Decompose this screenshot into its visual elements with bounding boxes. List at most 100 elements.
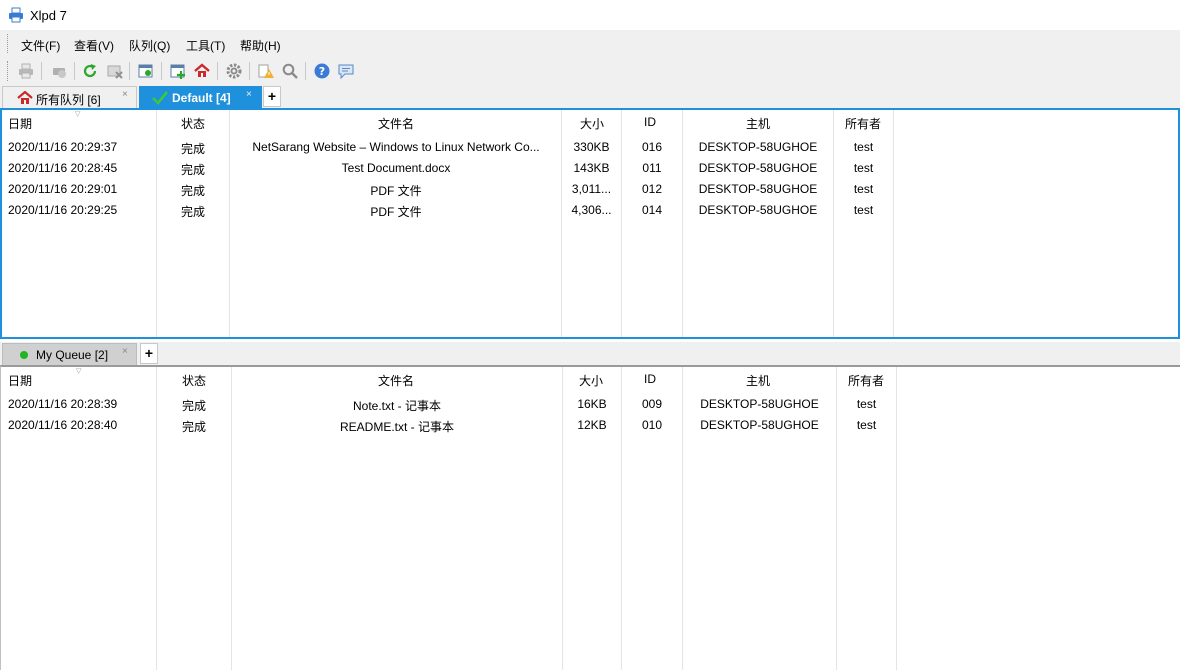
menu-help[interactable]: 帮助(H): [240, 37, 281, 54]
print-icon[interactable]: [17, 62, 35, 80]
cell-size: 330KB: [573, 140, 610, 154]
tab-default[interactable]: Default [4] ×: [139, 86, 262, 108]
queue-settings-icon[interactable]: [137, 62, 155, 80]
column-header-host[interactable]: 主机: [746, 372, 770, 389]
column-header-id[interactable]: ID: [644, 115, 656, 129]
tab-all-queues[interactable]: 所有队列 [6] ×: [2, 86, 137, 108]
cell-owner: test: [853, 161, 874, 175]
column-header-owner[interactable]: 所有者: [845, 115, 881, 132]
printer-app-icon: [9, 7, 23, 23]
column-header-id[interactable]: ID: [644, 372, 656, 386]
cell-size: 16KB: [577, 397, 607, 411]
tab-close-icon[interactable]: ×: [246, 89, 252, 100]
refresh-icon[interactable]: [81, 62, 99, 80]
toolbar-separator: [41, 62, 42, 80]
sort-indicator-icon: ▽: [76, 368, 82, 375]
cell-filename: PDF 文件: [370, 184, 422, 198]
cell-host: DESKTOP-58UGHOE: [698, 140, 818, 154]
alert-icon[interactable]: [257, 62, 275, 80]
toolbar-separator: [129, 62, 130, 80]
print-disabled-icon[interactable]: [50, 62, 68, 80]
tab-close-icon[interactable]: ×: [122, 89, 128, 100]
table-row[interactable]: 2020/11/16 20:28:39 完成 Note.txt - 记事本 16KB 0…: [1, 394, 1180, 415]
home-icon: [17, 91, 33, 104]
tab-close-icon[interactable]: ×: [122, 346, 128, 357]
add-tab-button[interactable]: +: [263, 86, 281, 107]
menu-bar: 文件(F) 查看(V) 队列(Q) 工具(T) 帮助(H): [0, 30, 1180, 57]
column-header-size[interactable]: 大小: [580, 115, 604, 132]
title-bar: Xlpd 7: [0, 0, 1180, 30]
toolbar-separator: [217, 62, 218, 80]
column-header-host[interactable]: 主机: [746, 115, 770, 132]
cell-id: 012: [641, 182, 663, 196]
column-header-filename[interactable]: 文件名: [378, 115, 414, 132]
column-header-date[interactable]: 日期: [8, 372, 32, 389]
cell-filename: PDF 文件: [370, 205, 422, 219]
cell-host: DESKTOP-58UGHOE: [698, 161, 818, 175]
cell-filename: README.txt - 记事本: [339, 420, 454, 434]
table-row[interactable]: 2020/11/16 20:29:01 完成 PDF 文件 3,011... 012 DE…: [2, 179, 1178, 200]
help-icon[interactable]: ?: [313, 62, 331, 80]
cell-id: 009: [641, 397, 663, 411]
menubar-grip: [7, 34, 10, 53]
gear-icon[interactable]: [225, 62, 243, 80]
bottom-tab-strip: My Queue [2] × +: [0, 342, 1180, 365]
menu-file[interactable]: 文件(F): [21, 37, 60, 54]
column-header-owner[interactable]: 所有者: [848, 372, 884, 389]
cell-date: 2020/11/16 20:28:39: [8, 397, 118, 411]
cell-filename: Test Document.docx: [341, 161, 451, 175]
cell-status: 完成: [181, 420, 206, 434]
cell-id: 016: [641, 140, 663, 154]
cell-status: 完成: [180, 142, 205, 156]
column-header-size[interactable]: 大小: [579, 372, 603, 389]
cell-filename: NetSarang Website – Windows to Linux Net…: [252, 140, 540, 154]
column-header-filename[interactable]: 文件名: [378, 372, 414, 389]
column-header-status[interactable]: 状态: [181, 115, 205, 132]
cell-owner: test: [853, 182, 874, 196]
toolbar-separator: [249, 62, 250, 80]
queue-status-dot-icon: [20, 351, 28, 359]
table-row[interactable]: 2020/11/16 20:28:40 完成 README.txt - 记事本 12K…: [1, 415, 1180, 436]
cell-date: 2020/11/16 20:29:25: [8, 203, 118, 217]
cell-date: 2020/11/16 20:28:45: [8, 161, 118, 175]
menu-queue[interactable]: 队列(Q): [129, 37, 170, 54]
menu-tools[interactable]: 工具(T): [186, 37, 225, 54]
table-row[interactable]: 2020/11/16 20:28:45 完成 Test Document.docx 1…: [2, 158, 1178, 179]
tab-all-queues-label: 所有队列 [6]: [36, 93, 101, 107]
toolbar-separator: [305, 62, 306, 80]
add-queue-icon[interactable]: [169, 62, 187, 80]
tab-my-queue-label: My Queue [2]: [36, 348, 109, 362]
cell-size: 143KB: [573, 161, 610, 175]
cell-owner: test: [856, 397, 877, 411]
cell-status: 完成: [181, 399, 206, 413]
cell-status: 完成: [180, 205, 205, 219]
cell-date: 2020/11/16 20:28:40: [8, 418, 118, 432]
my-queue-list: ▽ 日期 状态 文件名 大小 ID 主机 所有者 2020/11/16 20:2…: [0, 365, 1180, 670]
home-queue-icon[interactable]: [193, 62, 211, 80]
toolbar: ?: [0, 57, 1180, 85]
svg-text:?: ?: [319, 65, 325, 78]
cell-host: DESKTOP-58UGHOE: [698, 203, 818, 217]
cell-owner: test: [853, 203, 874, 217]
column-header-date[interactable]: 日期: [8, 115, 32, 132]
cell-host: DESKTOP-58UGHOE: [700, 397, 819, 411]
column-header-status[interactable]: 状态: [182, 372, 206, 389]
cell-id: 011: [642, 161, 662, 175]
feedback-icon[interactable]: [337, 62, 355, 80]
cell-filename: Note.txt - 记事本: [352, 399, 441, 413]
table-row[interactable]: 2020/11/16 20:29:25 完成 PDF 文件 4,306... 014 DE…: [2, 200, 1178, 221]
delete-icon[interactable]: [106, 62, 124, 80]
default-queue-list: ▽ 日期 状态 文件名 大小 ID 主机 所有者 2020/11/16 20:2…: [0, 108, 1180, 339]
tab-default-label: Default [4]: [172, 91, 231, 105]
toolbar-grip: [7, 61, 10, 81]
cell-date: 2020/11/16 20:29:01: [8, 182, 118, 196]
cell-date: 2020/11/16 20:29:37: [8, 140, 118, 154]
cell-size: 12KB: [577, 418, 607, 432]
menu-view[interactable]: 查看(V): [74, 37, 114, 54]
search-icon[interactable]: [281, 62, 299, 80]
tab-my-queue[interactable]: My Queue [2] ×: [2, 343, 137, 365]
window-title: Xlpd 7: [30, 8, 67, 23]
table-row[interactable]: 2020/11/16 20:29:37 完成 NetSarang Website –…: [2, 137, 1178, 158]
cell-status: 完成: [180, 184, 205, 198]
add-tab-button[interactable]: +: [140, 343, 158, 364]
